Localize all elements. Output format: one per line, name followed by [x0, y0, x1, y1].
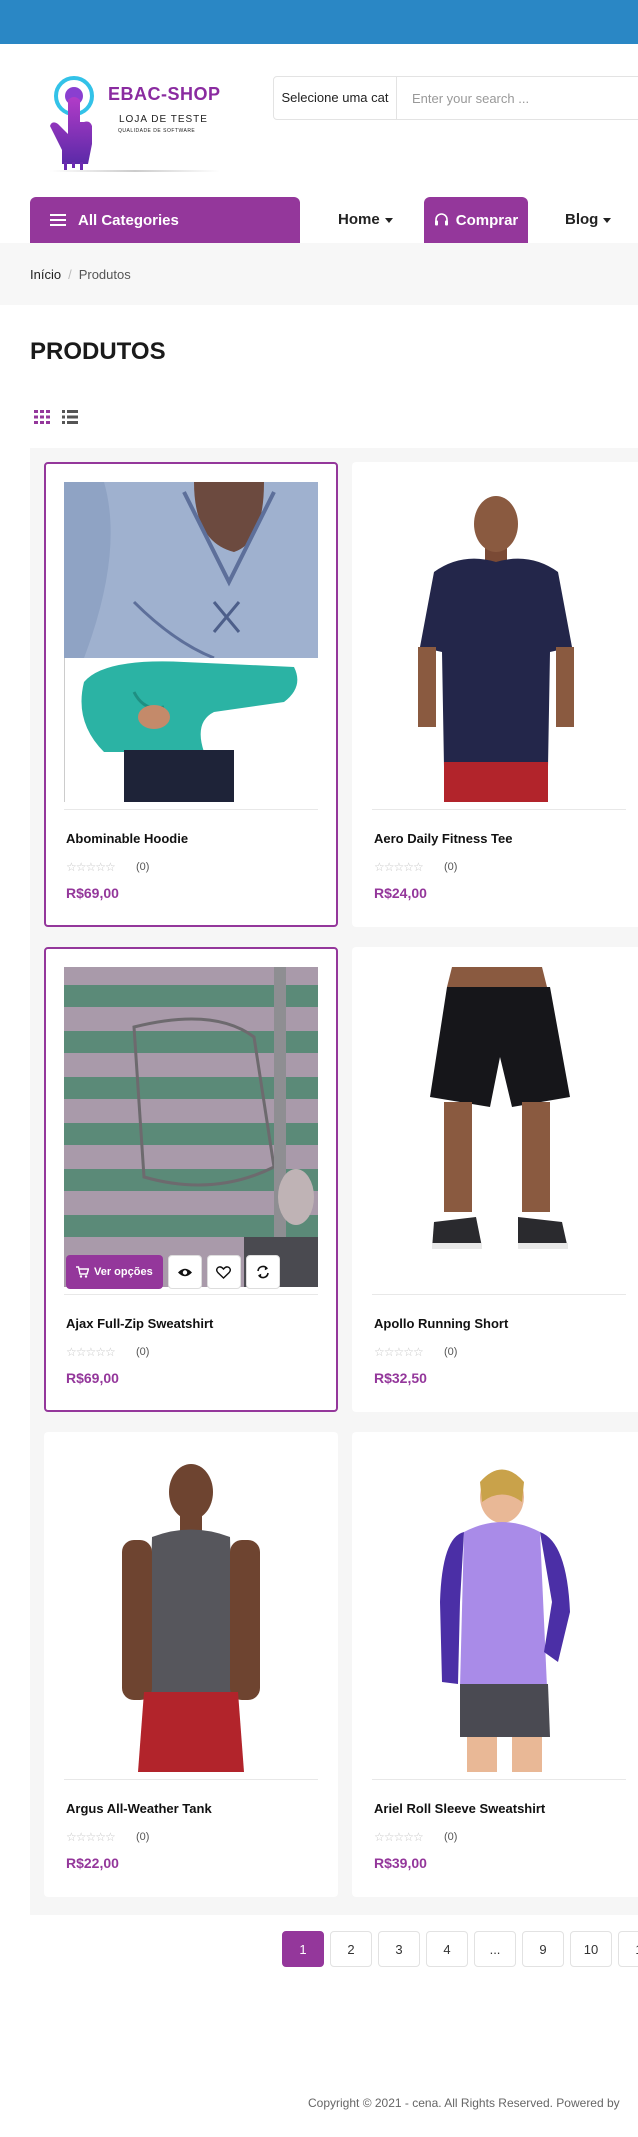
page-link-10[interactable]: 10 [570, 1931, 612, 1967]
review-count: (0) [136, 861, 150, 873]
logo-hand-icon [50, 76, 94, 171]
product-name[interactable]: Aero Daily Fitness Tee [374, 831, 512, 846]
breadcrumb-separator: / [68, 267, 72, 282]
product-image[interactable] [372, 967, 626, 1287]
product-card[interactable]: Apollo Running Short ☆☆☆☆☆ (0) R$32,50 [352, 947, 638, 1412]
search-category-select[interactable]: Selecione uma cat [274, 77, 397, 119]
product-name[interactable]: Apollo Running Short [374, 1316, 508, 1331]
card-divider [64, 809, 318, 810]
search-input[interactable] [410, 77, 638, 119]
breadcrumb-home-link[interactable]: Início [30, 267, 61, 282]
menu-icon [50, 214, 66, 226]
product-card[interactable]: Abominable Hoodie ☆☆☆☆☆ (0) R$69,00 [44, 462, 338, 927]
product-image[interactable] [64, 482, 318, 802]
all-categories-button[interactable]: All Categories [30, 197, 300, 243]
page-link-9[interactable]: 9 [522, 1931, 564, 1967]
breadcrumb-bar: Início / Produtos [0, 243, 638, 305]
rating-stars: ☆☆☆☆☆ [374, 1345, 424, 1359]
card-divider [64, 1294, 318, 1295]
page-link-3[interactable]: 3 [378, 1931, 420, 1967]
grid-view-icon[interactable] [34, 410, 50, 424]
search-bar: Selecione uma cat [273, 76, 638, 120]
product-grid: Abominable Hoodie ☆☆☆☆☆ (0) R$69,00 Aero… [30, 448, 638, 1915]
nav-home-label: Home [338, 211, 380, 228]
site-logo[interactable]: EBAC-SHOP LOJA DE TESTE QUALIDADE DE SOF… [40, 74, 230, 178]
rating-stars: ☆☆☆☆☆ [374, 1830, 424, 1844]
page-link-2[interactable]: 2 [330, 1931, 372, 1967]
pagination: 1 2 3 4 ... 9 10 1 [282, 1931, 638, 1967]
product-card[interactable]: Aero Daily Fitness Tee ☆☆☆☆☆ (0) R$24,00 [352, 462, 638, 927]
eye-icon [177, 1268, 192, 1276]
nav-home[interactable]: Home [338, 197, 393, 243]
rating-stars: ☆☆☆☆☆ [66, 1830, 116, 1844]
product-price: R$39,00 [374, 1855, 427, 1871]
headset-icon [434, 213, 448, 226]
product-price: R$69,00 [66, 1370, 119, 1386]
card-divider [372, 1294, 626, 1295]
logo-tagline: QUALIDADE DE SOFTWARE [118, 128, 196, 134]
footer-copyright: Copyright © 2021 - cena. All Rights Rese… [308, 2096, 620, 2110]
breadcrumb: Início / Produtos [30, 267, 131, 282]
card-divider [372, 1779, 626, 1780]
logo-title: EBAC-SHOP [108, 84, 221, 104]
breadcrumb-current: Produtos [78, 267, 131, 282]
caret-down-icon [384, 217, 393, 223]
ver-opcoes-button[interactable]: Ver opções [66, 1255, 163, 1289]
product-image[interactable] [64, 967, 318, 1287]
page-ellipsis: ... [474, 1931, 516, 1967]
product-price: R$32,50 [374, 1370, 427, 1386]
product-image[interactable] [64, 1452, 318, 1772]
card-divider [64, 1779, 318, 1780]
product-name[interactable]: Ariel Roll Sleeve Sweatshirt [374, 1801, 545, 1816]
nav-comprar-button[interactable]: Comprar [424, 197, 528, 243]
rating-stars: ☆☆☆☆☆ [374, 860, 424, 874]
list-view-icon[interactable] [62, 410, 78, 424]
top-bar [0, 0, 638, 44]
logo-underline [50, 170, 220, 172]
rating-stars: ☆☆☆☆☆ [66, 860, 116, 874]
product-actions: Ver opções [66, 1255, 280, 1289]
page-link-4[interactable]: 4 [426, 1931, 468, 1967]
product-name[interactable]: Argus All-Weather Tank [66, 1801, 212, 1816]
ver-opcoes-label: Ver opções [94, 1266, 153, 1278]
review-count: (0) [444, 1346, 458, 1358]
review-count: (0) [136, 1831, 150, 1843]
all-categories-label: All Categories [78, 211, 179, 229]
heart-icon [216, 1265, 232, 1279]
review-count: (0) [444, 861, 458, 873]
product-price: R$24,00 [374, 885, 427, 901]
compare-button[interactable] [245, 1255, 280, 1289]
page-link-next[interactable]: 1 [618, 1931, 638, 1967]
product-card[interactable]: Ver opções Ajax Full-Zip Sweatshirt ☆☆☆☆… [44, 947, 338, 1412]
review-count: (0) [136, 1346, 150, 1358]
nav-blog[interactable]: Blog [565, 197, 612, 243]
wishlist-button[interactable] [206, 1255, 241, 1289]
cart-icon [76, 1266, 89, 1278]
product-price: R$69,00 [66, 885, 119, 901]
product-image[interactable] [372, 482, 626, 802]
logo-subtitle: LOJA DE TESTE [119, 114, 208, 125]
nav-blog-label: Blog [565, 211, 599, 228]
nav-comprar-label: Comprar [455, 211, 519, 229]
review-count: (0) [444, 1831, 458, 1843]
product-card[interactable]: Argus All-Weather Tank ☆☆☆☆☆ (0) R$22,00 [44, 1432, 338, 1897]
caret-down-icon [603, 217, 612, 223]
refresh-icon [256, 1265, 269, 1279]
product-price: R$22,00 [66, 1855, 119, 1871]
product-name[interactable]: Ajax Full-Zip Sweatshirt [66, 1316, 213, 1331]
product-name[interactable]: Abominable Hoodie [66, 831, 188, 846]
quick-view-button[interactable] [167, 1255, 202, 1289]
page-title: PRODUTOS [30, 338, 166, 365]
product-card[interactable]: Ariel Roll Sleeve Sweatshirt ☆☆☆☆☆ (0) R… [352, 1432, 638, 1897]
product-image[interactable] [372, 1452, 626, 1772]
page-link-1[interactable]: 1 [282, 1931, 324, 1967]
card-divider [372, 809, 626, 810]
rating-stars: ☆☆☆☆☆ [66, 1345, 116, 1359]
